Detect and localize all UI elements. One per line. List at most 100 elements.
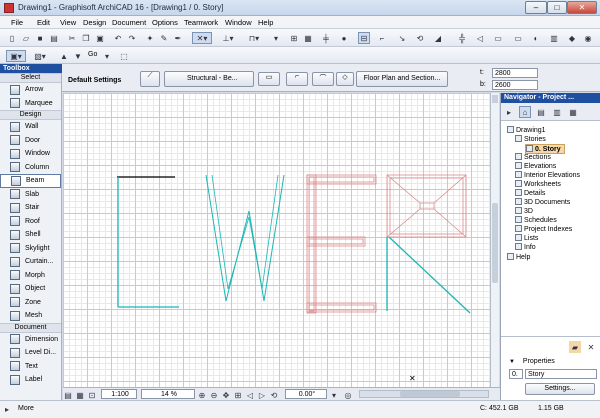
redo-icon[interactable]: ↷	[126, 32, 138, 44]
arc-beam-button[interactable]: ⌒	[312, 72, 334, 86]
copy-icon[interactable]: ❐	[80, 32, 92, 44]
tree-root[interactable]: Drawing1	[507, 126, 546, 134]
tool-skylight[interactable]: Skylight	[0, 242, 61, 256]
maximize-button[interactable]: □	[547, 1, 567, 14]
snap-guides-icon[interactable]: ✕▾	[192, 32, 212, 44]
tree-3d[interactable]: 3D	[515, 207, 533, 215]
next-zoom-icon[interactable]: ▷	[257, 389, 267, 400]
fit-in-window-icon[interactable]: ⊞	[233, 389, 243, 400]
menu-design[interactable]: Design	[83, 18, 106, 27]
zoom-field[interactable]: 14 %	[141, 389, 195, 399]
worksheet-icon[interactable]: ▭	[512, 32, 524, 44]
menu-teamwork[interactable]: Teamwork	[184, 18, 218, 27]
toolbox-design-header[interactable]: Design	[0, 110, 61, 120]
view-nav-icon[interactable]: ▤	[63, 389, 73, 400]
property-id-field[interactable]: 0.	[509, 369, 523, 379]
grid-icon[interactable]: ╪	[320, 32, 332, 44]
status-icon[interactable]: ◉	[582, 32, 594, 44]
arrange-icon[interactable]: ●	[338, 32, 350, 44]
drag-icon[interactable]: ↘	[396, 32, 408, 44]
tree-help[interactable]: Help	[507, 253, 530, 261]
go-dropdown-icon[interactable]: ▾	[101, 50, 113, 62]
more-tools-label[interactable]: More	[18, 405, 34, 412]
tool-roof[interactable]: Roof	[0, 215, 61, 229]
inject-icon[interactable]: ✒	[172, 32, 184, 44]
roof-r-shape[interactable]	[386, 174, 467, 238]
beam-settings-button[interactable]: ⟋	[140, 71, 160, 87]
3d-view-icon[interactable]: ▧▾	[30, 50, 50, 62]
scroll-up-icon[interactable]	[492, 95, 498, 103]
tool-object[interactable]: Object	[0, 282, 61, 296]
tree-sections[interactable]: Sections	[515, 153, 551, 161]
layer-icon[interactable]: ▦	[302, 32, 314, 44]
tool-slab[interactable]: Slab	[0, 188, 61, 202]
settings-button[interactable]: Settings...	[525, 383, 595, 395]
new-folder-icon[interactable]: ▰	[569, 341, 581, 353]
menu-options[interactable]: Options	[152, 18, 178, 27]
tool-arrow[interactable]: Arrow	[0, 83, 61, 97]
fit-icon[interactable]: ⊡	[87, 389, 97, 400]
zoom-out-icon[interactable]: ⊖	[209, 389, 219, 400]
tool-label[interactable]: Label	[0, 373, 61, 387]
new-file-icon[interactable]: ▯	[6, 32, 18, 44]
tree-elevations[interactable]: Elevations	[515, 162, 556, 170]
grid-snap-icon[interactable]: ⊥▾	[218, 32, 238, 44]
tree-info[interactable]: Info	[515, 243, 536, 251]
tree-interior-elevations[interactable]: Interior Elevations	[515, 171, 580, 179]
floor-plan-view-icon[interactable]: ▣▾	[6, 50, 26, 62]
tool-beam[interactable]: Beam	[0, 174, 61, 188]
tree-3d-documents[interactable]: 3D Documents	[515, 198, 570, 206]
go-label[interactable]: Go	[88, 51, 97, 58]
layout-book-tab-icon[interactable]: ▥	[551, 106, 563, 118]
pdf-icon[interactable]: ▥	[548, 32, 560, 44]
zoom-in-icon[interactable]: ⊕	[197, 389, 207, 400]
open-file-icon[interactable]: ▱	[20, 32, 32, 44]
scale-field[interactable]: 1:100	[101, 389, 137, 399]
tool-text[interactable]: Text	[0, 360, 61, 374]
previous-zoom-icon[interactable]: ◁	[245, 389, 255, 400]
canvas-horizontal-scrollbar[interactable]	[359, 390, 489, 398]
menu-document[interactable]: Document	[112, 18, 146, 27]
relative-construction-icon[interactable]: ⊓▾	[244, 32, 264, 44]
properties-header[interactable]: ▼ Properties	[501, 357, 600, 367]
h-scroll-thumb[interactable]	[400, 391, 460, 397]
geometry-method-button[interactable]: ▭	[258, 72, 280, 86]
angle-field[interactable]: 0.00°	[285, 389, 327, 399]
trace-icon[interactable]: ⊟	[358, 32, 370, 44]
project-map-tab-icon[interactable]: ⌂	[519, 106, 531, 118]
floor-plan-canvas[interactable]: ✕	[63, 93, 490, 387]
tool-morph[interactable]: Morph	[0, 269, 61, 283]
rotate-icon[interactable]: ⟲	[414, 32, 426, 44]
menu-view[interactable]: View	[60, 18, 76, 27]
save-icon[interactable]: ■	[34, 32, 46, 44]
pan-icon[interactable]: ✥	[221, 389, 231, 400]
tree-stories[interactable]: Stories	[515, 135, 546, 143]
tool-curtain-wall[interactable]: Curtain...	[0, 255, 61, 269]
beam-w-outer[interactable]	[205, 174, 285, 302]
menu-file[interactable]: File	[11, 18, 23, 27]
elevation-icon[interactable]: ◁	[474, 32, 486, 44]
undo-icon[interactable]: ↶	[112, 32, 124, 44]
beam-r-diagonal[interactable]	[388, 236, 471, 314]
menu-edit[interactable]: Edit	[37, 18, 50, 27]
tool-door[interactable]: Door	[0, 134, 61, 148]
top-height-field[interactable]: 2800	[492, 68, 538, 78]
tool-window[interactable]: Window	[0, 147, 61, 161]
tree-lists[interactable]: Lists	[515, 234, 538, 242]
cut-icon[interactable]: ✂	[66, 32, 78, 44]
selection-icon[interactable]: ⬚	[118, 50, 130, 62]
angle-dropdown-icon[interactable]: ▾	[329, 389, 339, 400]
gravity-icon[interactable]: ▾	[270, 32, 282, 44]
tool-marquee[interactable]: Marquee	[0, 97, 61, 111]
render-icon[interactable]: ◐	[530, 32, 542, 44]
publisher-sets-tab-icon[interactable]: ▦	[567, 106, 579, 118]
menu-help[interactable]: Help	[258, 18, 273, 27]
tool-wall[interactable]: Wall	[0, 120, 61, 134]
tree-details[interactable]: Details	[515, 189, 545, 197]
tree-project-indexes[interactable]: Project Indexes	[515, 225, 572, 233]
fill-icon[interactable]: ⊞	[288, 32, 300, 44]
close-button[interactable]: ✕	[567, 1, 597, 14]
arrow-up-icon[interactable]: ▲	[58, 50, 70, 62]
rotate-view-icon[interactable]: ⟲	[269, 389, 279, 400]
arrow-down-icon[interactable]: ▼	[72, 50, 84, 62]
